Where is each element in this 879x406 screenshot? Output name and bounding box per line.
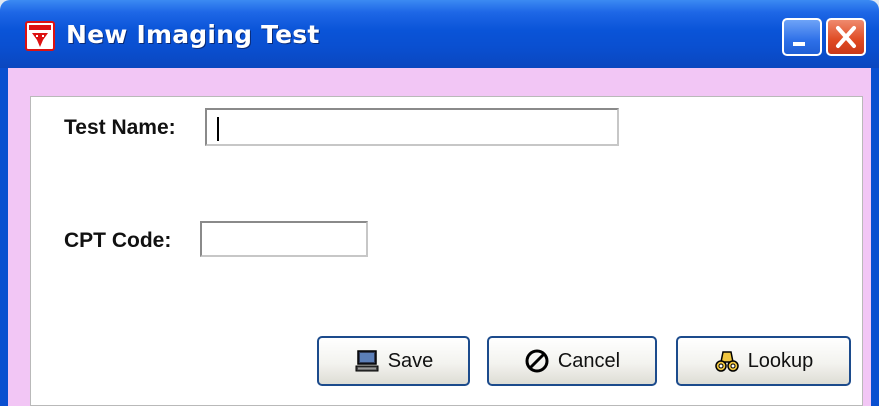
cancel-button[interactable]: Cancel — [487, 336, 657, 386]
lookup-button[interactable]: Lookup — [676, 336, 851, 386]
window-title: New Imaging Test — [66, 20, 320, 49]
minimize-icon — [793, 42, 805, 46]
close-icon — [836, 26, 856, 48]
title-bar[interactable]: New Imaging Test — [0, 0, 879, 68]
binoculars-icon — [714, 351, 739, 372]
app-icon — [25, 21, 55, 51]
computer-icon — [355, 350, 379, 372]
minimize-button[interactable] — [782, 18, 822, 56]
save-button[interactable]: Save — [317, 336, 470, 386]
test-name-label: Test Name: — [64, 116, 176, 139]
text-caret — [217, 117, 219, 141]
cpt-code-input[interactable] — [200, 221, 368, 257]
dialog-window: New Imaging Test Test Name: CPT Code: Sa… — [0, 0, 879, 406]
cpt-code-label: CPT Code: — [64, 229, 172, 252]
close-button[interactable] — [826, 18, 866, 56]
no-entry-icon — [525, 349, 549, 373]
test-name-input[interactable] — [205, 108, 619, 146]
